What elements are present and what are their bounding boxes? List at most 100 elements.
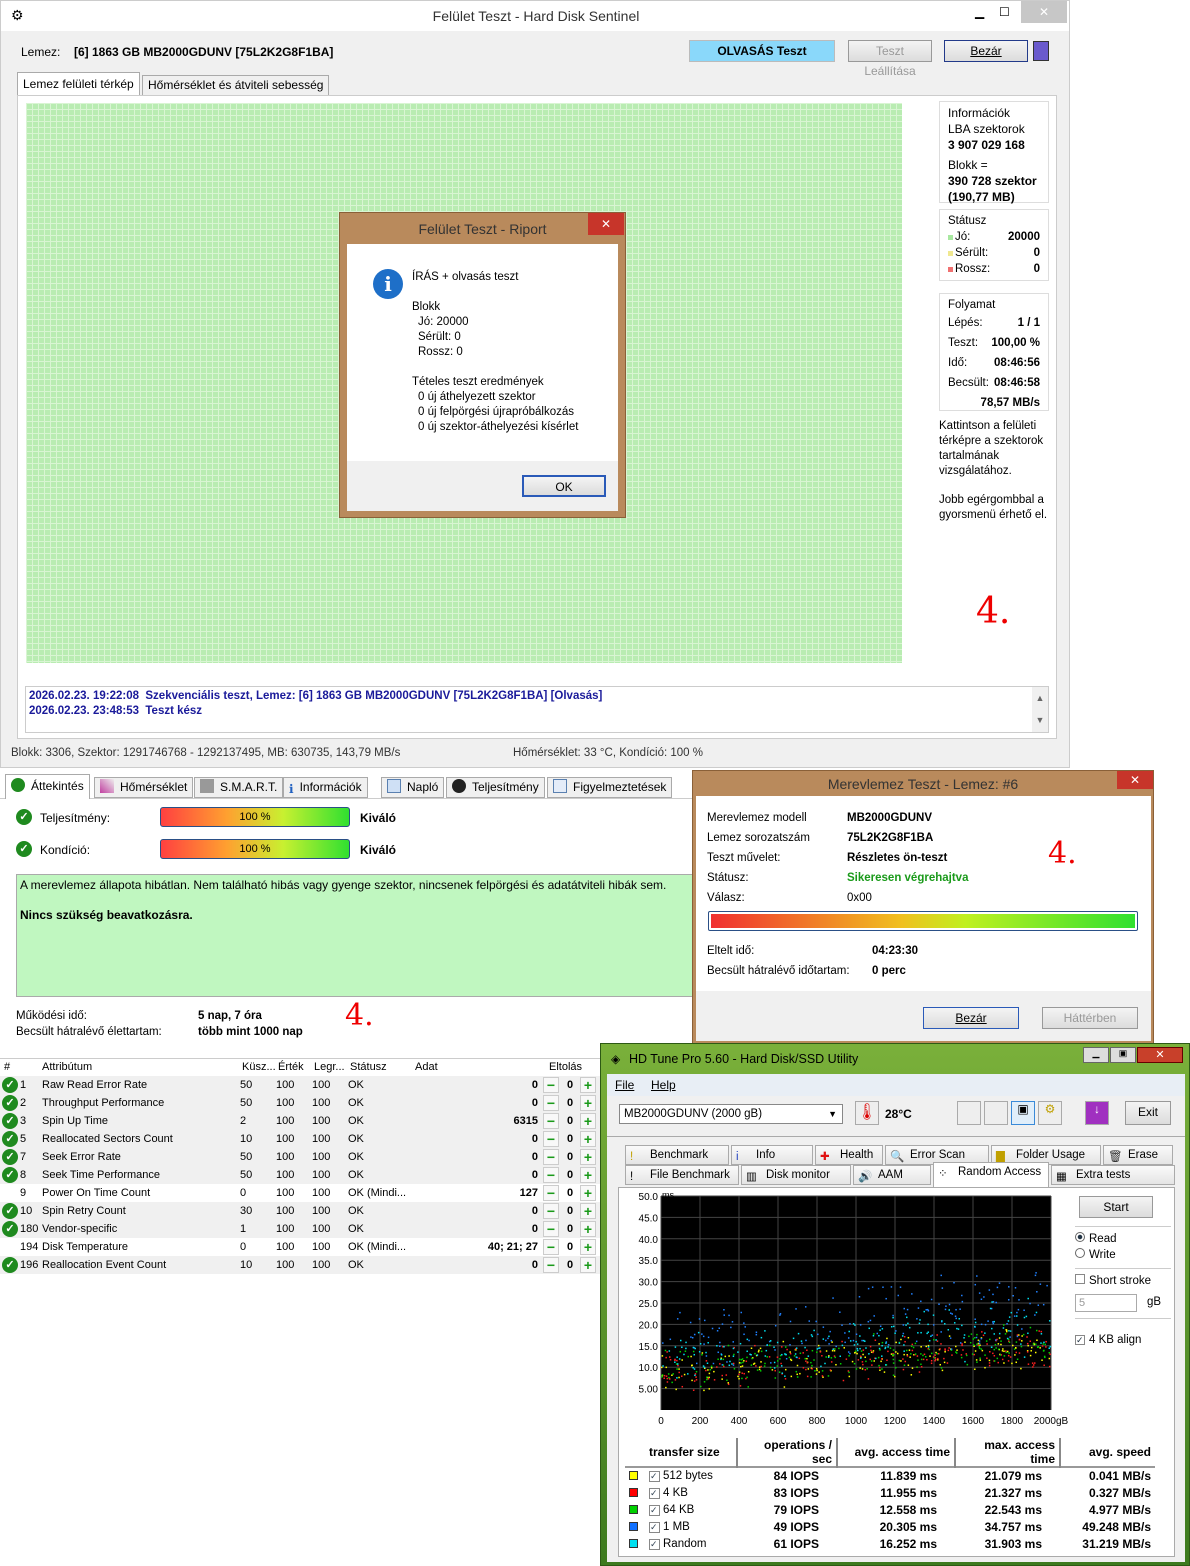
offset-value[interactable]: 0	[561, 1112, 579, 1130]
minus-button[interactable]: −	[543, 1203, 559, 1219]
close-window-button[interactable]: ✕	[1137, 1047, 1183, 1063]
align-checkbox[interactable]: ✓ 4 KB align	[1075, 1334, 1141, 1346]
dialog-close-button[interactable]: ✕	[1117, 771, 1153, 789]
tab-surface-map[interactable]: Lemez felületi térkép	[17, 72, 140, 96]
close-button[interactable]: Bezár	[944, 40, 1028, 62]
stroke-size-input[interactable]: 5	[1075, 1294, 1137, 1312]
plus-button[interactable]: +	[580, 1167, 596, 1183]
tab-random-access[interactable]: ⁘ Random Access	[933, 1162, 1049, 1188]
log-scrollbar[interactable]: ▲ ▼	[1032, 687, 1048, 732]
tab-temperature-speed[interactable]: Hőmérséklet és átviteli sebesség	[142, 75, 330, 96]
short-stroke-checkbox[interactable]: Short stroke	[1075, 1274, 1151, 1287]
minus-button[interactable]: −	[543, 1239, 559, 1255]
exit-button[interactable]: Exit	[1125, 1101, 1171, 1125]
plus-button[interactable]: +	[580, 1113, 596, 1129]
scatter-point	[925, 1345, 927, 1348]
offset-value[interactable]: 0	[561, 1130, 579, 1148]
write-radio[interactable]: Write	[1075, 1247, 1117, 1263]
plus-button[interactable]: +	[580, 1221, 596, 1237]
table-row[interactable]: ✓ 1 Raw Read Error Rate 50 100 100 OK 0 −…	[0, 1076, 600, 1094]
series-checkbox[interactable]: ✓	[649, 1471, 660, 1482]
table-row[interactable]: ✓ 3 Spin Up Time 2 100 100 OK 6315 − 0 +	[0, 1112, 600, 1130]
save-icon[interactable]	[1033, 41, 1049, 61]
close-button[interactable]: Bezár	[923, 1007, 1019, 1029]
drive-select[interactable]: MB2000GDUNV (2000 gB) ▼	[619, 1104, 843, 1124]
minus-button[interactable]: −	[543, 1131, 559, 1147]
tab-temperature[interactable]: Hőmérséklet	[94, 777, 194, 798]
series-checkbox[interactable]: ✓	[649, 1487, 660, 1499]
screenshot-icon[interactable]: ▣	[1011, 1101, 1035, 1125]
table-row[interactable]: ✓ 8 Seek Time Performance 50 100 100 OK 0…	[0, 1166, 600, 1184]
table-row[interactable]: ✓ 5 Reallocated Sectors Count 10 100 100 …	[0, 1130, 600, 1148]
read-test-button[interactable]: OLVASÁS Teszt	[689, 40, 835, 62]
plus-button[interactable]: +	[580, 1077, 596, 1093]
tab-benchmark[interactable]: ! Benchmark	[625, 1145, 729, 1165]
plus-button[interactable]: +	[580, 1239, 596, 1255]
minus-button[interactable]: −	[543, 1257, 559, 1273]
minus-button[interactable]: −	[543, 1167, 559, 1183]
background-button[interactable]: Háttérben	[1042, 1007, 1138, 1029]
offset-value[interactable]: 0	[561, 1076, 579, 1094]
close-window-button[interactable]: ✕	[1021, 1, 1067, 23]
tab-file-benchmark[interactable]: ! File Benchmark	[625, 1165, 739, 1185]
minus-button[interactable]: −	[543, 1221, 559, 1237]
maximize-button[interactable]: ☐	[999, 5, 1010, 19]
table-row[interactable]: 194 Disk Temperature 0 100 100 OK (Mindi…	[0, 1238, 600, 1256]
minus-button[interactable]: −	[543, 1149, 559, 1165]
offset-value[interactable]: 0	[561, 1148, 579, 1166]
plus-button[interactable]: +	[580, 1203, 596, 1219]
minus-button[interactable]: −	[543, 1077, 559, 1093]
plus-button[interactable]: +	[580, 1131, 596, 1147]
read-radio[interactable]: Read	[1075, 1231, 1117, 1247]
offset-value[interactable]: 0	[561, 1256, 579, 1274]
minimize-button[interactable]: ▁	[975, 5, 984, 19]
ok-button[interactable]: OK	[522, 475, 606, 497]
stop-test-button[interactable]: Teszt Leállítása	[848, 40, 932, 78]
menu-file[interactable]: File	[615, 1078, 634, 1092]
tab-info[interactable]: i Info	[731, 1145, 813, 1165]
tab-extra-tests[interactable]: ▦ Extra tests	[1051, 1165, 1175, 1185]
minimize-button[interactable]: ▁	[1083, 1047, 1109, 1063]
minus-button[interactable]: −	[543, 1185, 559, 1201]
minus-button[interactable]: −	[543, 1113, 559, 1129]
plus-button[interactable]: +	[580, 1149, 596, 1165]
tab-erase[interactable]: 🗑 Erase	[1103, 1145, 1173, 1165]
offset-value[interactable]: 0	[561, 1166, 579, 1184]
tab-health[interactable]: ✚ Health	[815, 1145, 883, 1165]
plus-button[interactable]: +	[580, 1095, 596, 1111]
offset-value[interactable]: 0	[561, 1184, 579, 1202]
minus-button[interactable]: −	[543, 1095, 559, 1111]
tab-overview[interactable]: Áttekintés	[5, 774, 90, 799]
table-row[interactable]: ✓ 2 Throughput Performance 50 100 100 OK …	[0, 1094, 600, 1112]
copy-icon[interactable]	[957, 1101, 981, 1125]
table-row[interactable]: ✓ 180 Vendor-specific 1 100 100 OK 0 − 0 …	[0, 1220, 600, 1238]
table-row[interactable]: 9 Power On Time Count 0 100 100 OK (Mind…	[0, 1184, 600, 1202]
options-icon[interactable]: ⚙	[1038, 1101, 1062, 1125]
table-row[interactable]: ✓ 7 Seek Error Rate 50 100 100 OK 0 − 0 +	[0, 1148, 600, 1166]
tab-aam[interactable]: 🔊 AAM	[853, 1165, 931, 1185]
offset-value[interactable]: 0	[561, 1238, 579, 1256]
series-checkbox[interactable]: ✓	[649, 1521, 660, 1533]
maximize-button[interactable]: ▣	[1110, 1047, 1136, 1063]
scatter-point	[869, 1345, 872, 1348]
menu-help[interactable]: Help	[651, 1078, 676, 1092]
plus-button[interactable]: +	[580, 1185, 596, 1201]
offset-value[interactable]: 0	[561, 1202, 579, 1220]
tab-disk-monitor[interactable]: ▥ Disk monitor	[741, 1165, 851, 1185]
tab-log[interactable]: Napló	[381, 777, 445, 798]
tab-smart[interactable]: S.M.A.R.T.	[194, 777, 284, 798]
plus-button[interactable]: +	[580, 1257, 596, 1273]
table-row[interactable]: ✓ 196 Reallocation Event Count 10 100 100…	[0, 1256, 600, 1274]
tab-alerts[interactable]: Figyelmeztetések	[547, 777, 673, 798]
tab-information[interactable]: ℹ Információk	[283, 777, 368, 798]
download-icon[interactable]: ↓	[1085, 1101, 1109, 1125]
offset-value[interactable]: 0	[561, 1220, 579, 1238]
copy-all-icon[interactable]	[984, 1101, 1008, 1125]
tab-performance[interactable]: Teljesítmény	[446, 777, 545, 798]
offset-value[interactable]: 0	[561, 1094, 579, 1112]
start-button[interactable]: Start	[1079, 1196, 1153, 1218]
series-checkbox[interactable]: ✓	[649, 1538, 660, 1550]
dialog-close-button[interactable]: ✕	[588, 213, 624, 235]
series-checkbox[interactable]: ✓	[649, 1504, 660, 1516]
table-row[interactable]: ✓ 10 Spin Retry Count 30 100 100 OK 0 − 0…	[0, 1202, 600, 1220]
